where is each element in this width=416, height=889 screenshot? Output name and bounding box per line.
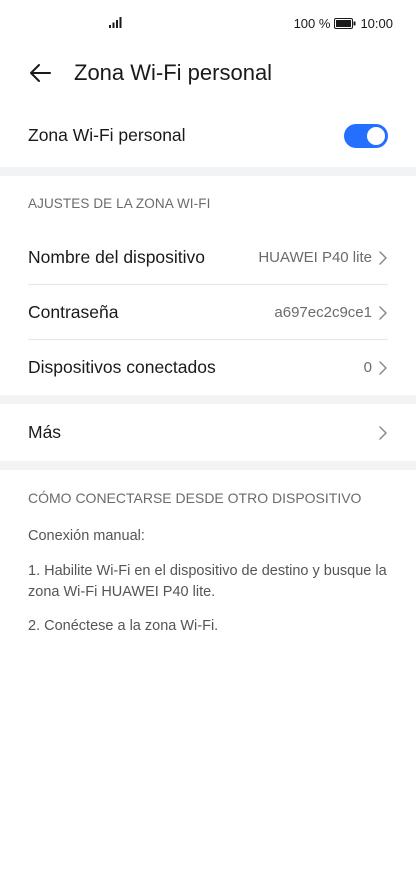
password-value-group: a697ec2c9ce1 (274, 304, 388, 321)
connection-info: CÓMO CONECTARSE DESDE OTRO DISPOSITIVO C… (0, 470, 416, 637)
connected-devices-row[interactable]: Dispositivos conectados 0 (0, 340, 416, 395)
more-label: Más (28, 422, 62, 442)
battery-percent: 100 % (293, 16, 331, 31)
status-right: 100 % 10:00 (294, 16, 393, 31)
page-title: Zona Wi-Fi personal (74, 60, 273, 85)
settings-section-header: AJUSTES DE LA ZONA WI-FI (28, 195, 211, 211)
chevron-right-icon (379, 250, 387, 265)
status-bar: 100 % 10:00 (0, 0, 416, 48)
device-name-value-group: HUAWEI P40 lite (258, 249, 388, 266)
signal-icon (109, 17, 122, 28)
hotspot-toggle-row[interactable]: Zona Wi-Fi personal (0, 104, 416, 167)
device-name-row[interactable]: Nombre del dispositivo HUAWEI P40 lite (0, 230, 416, 285)
manual-connection-text: Conexión manual: (28, 528, 145, 544)
info-section-header: CÓMO CONECTARSE DESDE OTRO DISPOSITIVO (28, 490, 362, 506)
device-name-label: Nombre del dispositivo (28, 247, 206, 267)
chevron-right-icon (379, 425, 387, 440)
instruction-step-1: 1. Habilite Wi-Fi en el dispositivo de d… (28, 563, 387, 600)
chevron-right-icon (379, 305, 387, 320)
hotspot-toggle-label: Zona Wi-Fi personal (28, 125, 186, 145)
section-divider (0, 167, 416, 176)
clock: 10:00 (360, 16, 393, 31)
connected-devices-value-group: 0 (364, 359, 388, 376)
instruction-step-2: 2. Conéctese a la zona Wi-Fi. (28, 618, 219, 634)
more-row[interactable]: Más (0, 404, 416, 461)
device-name-value: HUAWEI P40 lite (258, 249, 372, 266)
password-row[interactable]: Contraseña a697ec2c9ce1 (0, 285, 416, 340)
chevron-right-icon (379, 360, 387, 375)
battery-icon (334, 18, 356, 29)
section-divider (0, 395, 416, 404)
section-divider (0, 461, 416, 470)
app-bar: Zona Wi-Fi personal (0, 48, 416, 98)
connected-devices-value: 0 (363, 359, 372, 376)
back-arrow-icon (30, 64, 51, 82)
password-label: Contraseña (28, 302, 119, 322)
toggle-knob (367, 126, 385, 145)
hotspot-toggle-switch[interactable] (344, 123, 388, 148)
password-value: a697ec2c9ce1 (274, 304, 372, 321)
connected-devices-label: Dispositivos conectados (28, 357, 216, 377)
back-button[interactable] (28, 61, 54, 85)
